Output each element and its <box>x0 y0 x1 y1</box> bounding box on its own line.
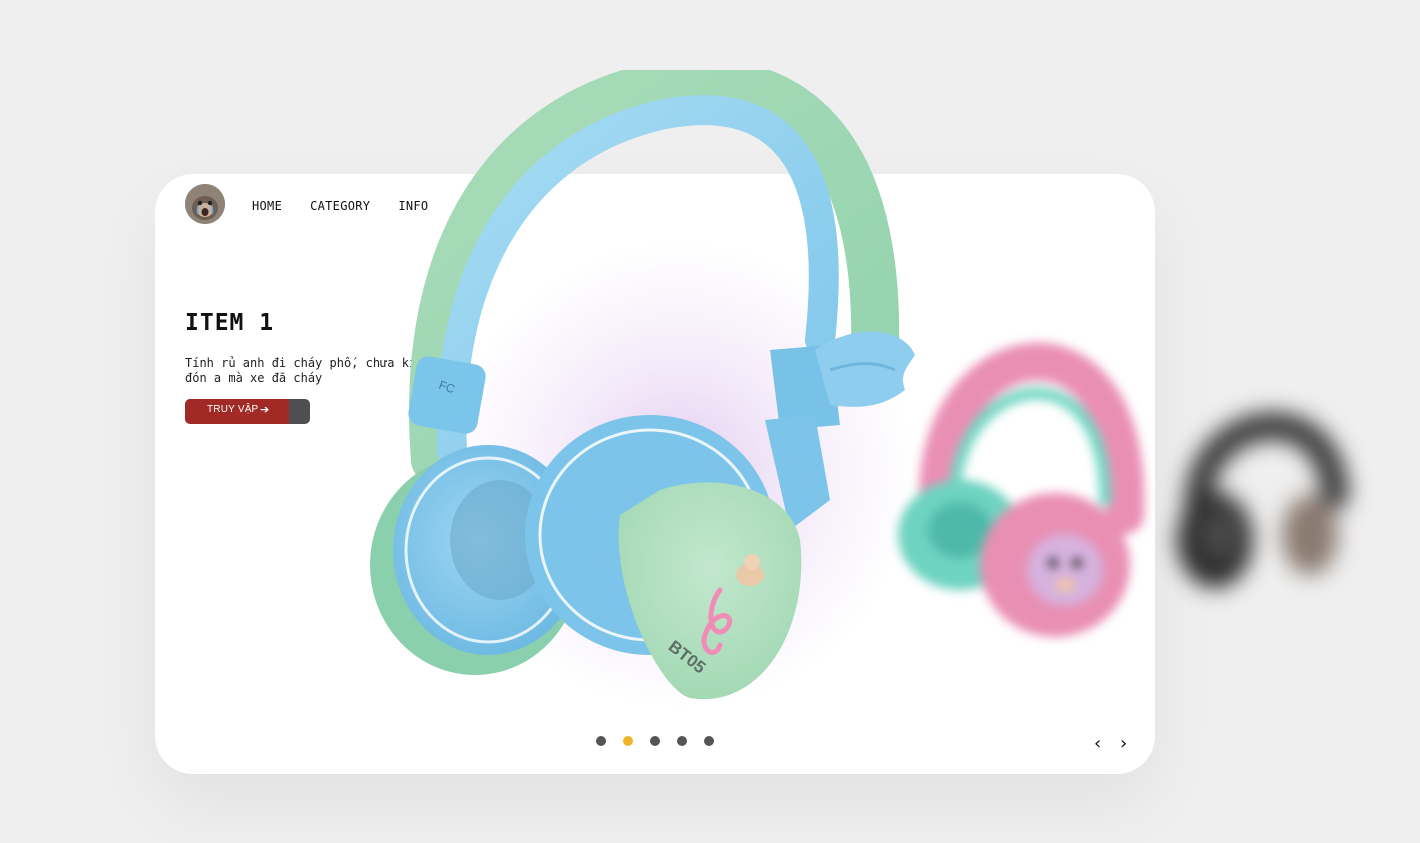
chevron-right-icon[interactable]: › <box>1120 733 1127 754</box>
arrow-right-icon: ➔ <box>260 403 270 416</box>
chevron-left-icon[interactable]: ‹ <box>1094 733 1101 754</box>
headphone-dark-thumb[interactable] <box>1160 375 1360 605</box>
avatar[interactable] <box>185 184 225 224</box>
nav-item-home[interactable]: HOME <box>252 199 282 213</box>
carousel-dot-2[interactable] <box>623 736 633 746</box>
headphone-main-image: FC BT05 <box>370 70 915 700</box>
carousel-dot-1[interactable] <box>596 736 606 746</box>
carousel-dots <box>596 736 714 746</box>
hero-title: ITEM 1 <box>185 310 275 336</box>
cta-button[interactable]: TRUY VẬP ➔ <box>185 399 310 424</box>
carousel-dot-4[interactable] <box>677 736 687 746</box>
cta-label: TRUY VẬP <box>207 404 259 415</box>
carousel-dot-3[interactable] <box>650 736 660 746</box>
carousel-dot-5[interactable] <box>704 736 714 746</box>
page: HOME CATEGORY INFO CONTACT ITEM 1 Tính r… <box>0 0 1420 843</box>
